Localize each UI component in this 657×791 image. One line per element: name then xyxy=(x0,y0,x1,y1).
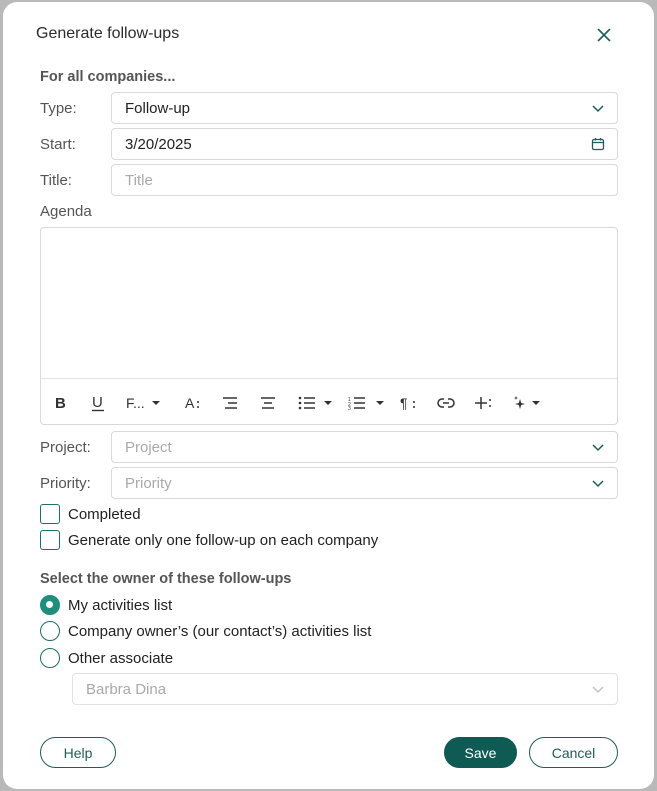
editor-toolbar: B U F... A 123 ¶ xyxy=(41,378,617,425)
type-select[interactable]: Follow-up xyxy=(111,92,618,124)
company-owner-label: Company owner’s (our contact’s) activiti… xyxy=(68,623,372,640)
align-right-icon xyxy=(223,397,237,409)
radio-my-activities[interactable] xyxy=(40,595,60,615)
svg-text:3: 3 xyxy=(348,406,351,410)
project-placeholder: Project xyxy=(125,439,172,456)
align-center-icon xyxy=(261,397,275,409)
save-button[interactable]: Save xyxy=(444,737,517,768)
chevron-down-icon xyxy=(592,105,604,113)
close-icon[interactable] xyxy=(595,26,613,44)
sparkle-icon xyxy=(514,396,525,409)
agenda-editor: B U F... A 123 ¶ xyxy=(40,227,618,425)
one-per-company-checkbox[interactable] xyxy=(40,530,60,550)
caret-down-icon xyxy=(324,401,332,405)
priority-placeholder: Priority xyxy=(125,475,172,492)
insert-more-button[interactable] xyxy=(475,393,493,413)
radio-company-owner[interactable] xyxy=(40,621,60,641)
radio-other-associate[interactable] xyxy=(40,648,60,668)
completed-checkbox[interactable] xyxy=(40,504,60,524)
numbered-list-button[interactable]: 123 xyxy=(348,393,385,413)
other-associate-label: Other associate xyxy=(68,650,174,667)
project-label: Project: xyxy=(40,439,91,456)
type-label: Type: xyxy=(40,100,77,117)
underline-icon: U xyxy=(92,394,104,412)
start-label: Start: xyxy=(40,136,76,153)
section-all-companies: For all companies... xyxy=(40,69,176,85)
font-family-button[interactable]: F... xyxy=(126,393,161,413)
caret-down-icon xyxy=(532,401,540,405)
paragraph-format-button[interactable]: ¶ xyxy=(400,393,418,413)
cancel-button[interactable]: Cancel xyxy=(529,737,618,768)
one-per-company-label: Generate only one follow-up on each comp… xyxy=(68,532,379,549)
bold-icon: B xyxy=(55,395,66,411)
chevron-down-icon xyxy=(592,444,604,452)
chevron-down-icon xyxy=(592,480,604,488)
associate-value: Barbra Dina xyxy=(86,681,167,698)
generate-followups-dialog: Generate follow-ups For all companies...… xyxy=(3,2,654,789)
ai-assist-button[interactable] xyxy=(513,393,541,413)
owner-section-heading: Select the owner of these follow-ups xyxy=(40,571,292,587)
title-input[interactable]: Title xyxy=(111,164,618,196)
plus-more-icon xyxy=(475,397,491,409)
caret-down-icon xyxy=(376,401,384,405)
chevron-down-icon xyxy=(592,686,604,694)
completed-label: Completed xyxy=(68,506,141,523)
svg-text:U: U xyxy=(92,394,103,411)
type-value: Follow-up xyxy=(125,100,191,117)
start-date-value: 3/20/2025 xyxy=(125,136,192,153)
svg-text:B: B xyxy=(55,395,66,411)
paragraph-icon: ¶ xyxy=(400,395,415,411)
font-size-icon: A xyxy=(185,395,199,411)
priority-label: Priority: xyxy=(40,475,91,492)
align-center-button[interactable] xyxy=(260,393,276,413)
underline-button[interactable]: U xyxy=(91,393,105,413)
svg-text:A: A xyxy=(185,395,195,411)
font-size-button[interactable]: A xyxy=(184,393,202,413)
font-family-label: F... xyxy=(126,395,145,411)
title-placeholder: Title xyxy=(125,172,153,189)
title-label: Title: xyxy=(40,172,72,189)
dialog-title: Generate follow-ups xyxy=(36,25,180,42)
bullet-list-icon xyxy=(298,396,315,410)
insert-link-button[interactable] xyxy=(437,393,455,413)
bold-button[interactable]: B xyxy=(54,393,68,413)
calendar-icon[interactable] xyxy=(591,137,605,151)
project-select[interactable]: Project xyxy=(111,431,618,463)
help-button[interactable]: Help xyxy=(40,737,116,768)
numbered-list-icon: 123 xyxy=(348,397,365,410)
associate-select[interactable]: Barbra Dina xyxy=(72,673,618,705)
agenda-text-area[interactable] xyxy=(41,228,617,378)
my-activities-label: My activities list xyxy=(68,597,173,614)
svg-text:¶: ¶ xyxy=(400,395,408,411)
priority-select[interactable]: Priority xyxy=(111,467,618,499)
caret-down-icon xyxy=(151,401,160,405)
align-right-button[interactable] xyxy=(222,393,238,413)
bullet-list-button[interactable] xyxy=(298,393,333,413)
start-date-input[interactable]: 3/20/2025 xyxy=(111,128,618,160)
link-icon xyxy=(437,398,455,408)
agenda-label: Agenda xyxy=(40,203,92,220)
